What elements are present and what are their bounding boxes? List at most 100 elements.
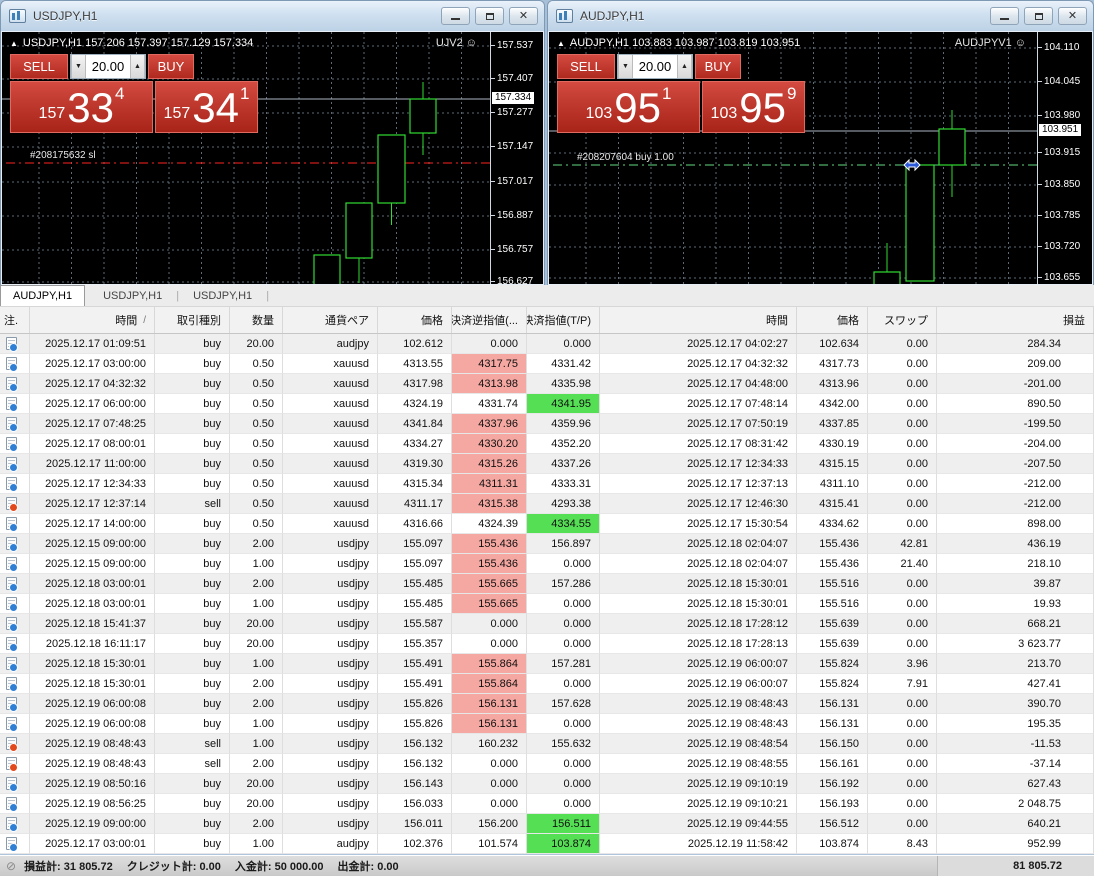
chart-canvas-usdjpy[interactable]: 157.334 157.537 157.407 157.277 157.147 157.… xyxy=(1,31,544,285)
close-button[interactable]: ✕ xyxy=(1058,7,1087,25)
close-button[interactable]: ✕ xyxy=(509,7,538,25)
cell-profit: 436.19 xyxy=(937,534,1094,554)
volume-up-button[interactable]: ▲ xyxy=(130,55,145,78)
history-row[interactable]: 2025.12.17 08:00:01 buy 0.50 xauusd 4334.27 4… xyxy=(0,434,1094,454)
column-header-0[interactable]: 注. xyxy=(0,307,30,333)
cell-volume: 20.00 xyxy=(230,634,283,654)
cell-close_price: 4342.00 xyxy=(797,394,868,414)
cell-close_price: 155.824 xyxy=(797,654,868,674)
cell-tp: 155.632 xyxy=(527,734,600,754)
cell-time: 2025.12.19 06:00:08 xyxy=(30,714,155,734)
column-header-6[interactable]: 決済逆指値(... xyxy=(452,307,527,333)
history-row[interactable]: 2025.12.17 06:00:00 buy 0.50 xauusd 4324.19 4… xyxy=(0,394,1094,414)
column-header-8[interactable]: 時間 xyxy=(600,307,797,333)
cell-time: 2025.12.18 15:41:37 xyxy=(30,614,155,634)
titlebar-usdjpy[interactable]: USDJPY,H1 ✕ xyxy=(1,1,544,31)
cell-swap: 0.00 xyxy=(868,594,937,614)
status-balance-total: 81 805.72 xyxy=(937,856,1094,876)
cell-close_time: 2025.12.17 07:48:14 xyxy=(600,394,797,414)
history-row[interactable]: 2025.12.18 03:00:01 buy 2.00 usdjpy 155.485 1… xyxy=(0,574,1094,594)
history-row[interactable]: 2025.12.17 12:34:33 buy 0.50 xauusd 4315.34 4… xyxy=(0,474,1094,494)
titlebar-audjpy[interactable]: AUDJPY,H1 ✕ xyxy=(548,1,1093,31)
history-row[interactable]: 2025.12.19 06:00:08 buy 1.00 usdjpy 155.826 1… xyxy=(0,714,1094,734)
history-row[interactable]: 2025.12.18 03:00:01 buy 1.00 usdjpy 155.485 1… xyxy=(0,594,1094,614)
cell-close_time: 2025.12.18 02:04:07 xyxy=(600,554,797,574)
cell-sl: 155.436 xyxy=(452,554,527,574)
chart-canvas-audjpy[interactable]: 103.951 104.110 104.045 103.980 103.915 103.… xyxy=(548,31,1093,285)
column-header-1[interactable]: 時間 / xyxy=(30,307,155,333)
column-header-2[interactable]: 取引種別 xyxy=(155,307,230,333)
restore-button[interactable] xyxy=(475,7,504,25)
history-row[interactable]: 2025.12.17 03:00:00 buy 0.50 xauusd 4313.55 4… xyxy=(0,354,1094,374)
buy-price-button[interactable]: 157 34 1 xyxy=(155,81,258,133)
history-row[interactable]: 2025.12.17 01:09:51 buy 20.00 audjpy 102.612… xyxy=(0,334,1094,354)
order-note-cell xyxy=(0,714,30,734)
history-row[interactable]: 2025.12.19 08:48:43 sell 1.00 usdjpy 156.132… xyxy=(0,734,1094,754)
history-row[interactable]: 2025.12.19 06:00:08 buy 2.00 usdjpy 155.826 1… xyxy=(0,694,1094,714)
history-row[interactable]: 2025.12.17 14:00:00 buy 0.50 xauusd 4316.66 4… xyxy=(0,514,1094,534)
column-header-5[interactable]: 価格 xyxy=(378,307,452,333)
minimize-icon xyxy=(1000,13,1009,20)
smiley-icon[interactable]: ☺ xyxy=(1015,37,1026,49)
history-row[interactable]: 2025.12.17 12:37:14 sell 0.50 xauusd 4311.17… xyxy=(0,494,1094,514)
column-header-10[interactable]: スワップ xyxy=(868,307,937,333)
tab-audjpy-h1[interactable]: AUDJPY,H1 xyxy=(0,285,86,306)
history-row[interactable]: 2025.12.18 15:41:37 buy 20.00 usdjpy 155.587… xyxy=(0,614,1094,634)
history-row[interactable]: 2025.12.18 15:30:01 buy 1.00 usdjpy 155.491 1… xyxy=(0,654,1094,674)
history-row[interactable]: 2025.12.17 04:32:32 buy 0.50 xauusd 4317.98 4… xyxy=(0,374,1094,394)
history-row[interactable]: 2025.12.18 16:11:17 buy 20.00 usdjpy 155.357… xyxy=(0,634,1094,654)
cell-time: 2025.12.19 08:48:43 xyxy=(30,754,155,774)
history-row[interactable]: 2025.12.18 15:30:01 buy 2.00 usdjpy 155.491 1… xyxy=(0,674,1094,694)
volume-value[interactable] xyxy=(86,55,130,78)
column-header-3[interactable]: 数量 xyxy=(230,307,283,333)
tab-usdjpy-h1[interactable]: USDJPY,H1 xyxy=(91,285,174,306)
volume-down-button[interactable]: ▼ xyxy=(71,55,86,78)
history-row[interactable]: 2025.12.17 07:48:25 buy 0.50 xauusd 4341.84 4… xyxy=(0,414,1094,434)
minimize-button[interactable] xyxy=(990,7,1019,25)
cell-type: buy xyxy=(155,814,230,834)
cell-swap: 0.00 xyxy=(868,814,937,834)
buy-price-button[interactable]: 103 95 9 xyxy=(702,81,805,133)
cell-close_time: 2025.12.19 08:48:55 xyxy=(600,754,797,774)
cell-price: 155.097 xyxy=(378,554,452,574)
volume-up-button[interactable]: ▲ xyxy=(677,55,692,78)
collapse-icon[interactable]: ▲ xyxy=(10,39,18,48)
volume-down-button[interactable]: ▼ xyxy=(618,55,633,78)
sell-price-button[interactable]: 157 33 4 xyxy=(10,81,153,133)
smiley-icon[interactable]: ☺ xyxy=(466,37,477,49)
column-header-4[interactable]: 通貨ペア xyxy=(283,307,378,333)
history-row[interactable]: 2025.12.19 09:00:00 buy 2.00 usdjpy 156.011 1… xyxy=(0,814,1094,834)
cell-sl: 155.436 xyxy=(452,534,527,554)
column-header-9[interactable]: 価格 xyxy=(797,307,868,333)
cell-volume: 0.50 xyxy=(230,374,283,394)
sell-price-button[interactable]: 103 95 1 xyxy=(557,81,700,133)
history-row[interactable]: 2025.12.19 08:48:43 sell 2.00 usdjpy 156.132… xyxy=(0,754,1094,774)
sell-button[interactable]: SELL xyxy=(557,54,615,79)
cell-volume: 20.00 xyxy=(230,794,283,814)
collapse-icon[interactable]: ▲ xyxy=(557,39,565,48)
cell-sl: 4311.31 xyxy=(452,474,527,494)
restore-button[interactable] xyxy=(1024,7,1053,25)
cell-swap: 0.00 xyxy=(868,374,937,394)
buy-button[interactable]: BUY xyxy=(695,54,741,79)
history-row[interactable]: 2025.12.17 11:00:00 buy 0.50 xauusd 4319.30 4… xyxy=(0,454,1094,474)
volume-value[interactable] xyxy=(633,55,677,78)
history-row[interactable]: 2025.12.15 09:00:00 buy 2.00 usdjpy 155.097 1… xyxy=(0,534,1094,554)
note-icon-sell xyxy=(6,497,18,512)
minimize-button[interactable] xyxy=(441,7,470,25)
history-row[interactable]: 2025.12.15 09:00:00 buy 1.00 usdjpy 155.097 1… xyxy=(0,554,1094,574)
history-row[interactable]: 2025.12.19 08:56:25 buy 20.00 usdjpy 156.033… xyxy=(0,794,1094,814)
history-row[interactable]: 2025.12.17 03:00:01 buy 1.00 audjpy 102.376 1… xyxy=(0,834,1094,854)
cell-profit: -204.00 xyxy=(937,434,1094,454)
column-header-11[interactable]: 損益 xyxy=(937,307,1094,333)
cell-swap: 0.00 xyxy=(868,614,937,634)
note-icon-buy xyxy=(6,517,18,532)
buy-button[interactable]: BUY xyxy=(148,54,194,79)
column-header-7[interactable]: 決済指値(T/P) xyxy=(527,307,600,333)
sell-button[interactable]: SELL xyxy=(10,54,68,79)
cell-profit: 390.70 xyxy=(937,694,1094,714)
tab-usdjpy-h1[interactable]: USDJPY,H1 xyxy=(181,285,264,306)
cell-price: 155.587 xyxy=(378,614,452,634)
history-row[interactable]: 2025.12.19 08:50:16 buy 20.00 usdjpy 156.143… xyxy=(0,774,1094,794)
axis-tick-label: 157.407 xyxy=(491,73,533,84)
